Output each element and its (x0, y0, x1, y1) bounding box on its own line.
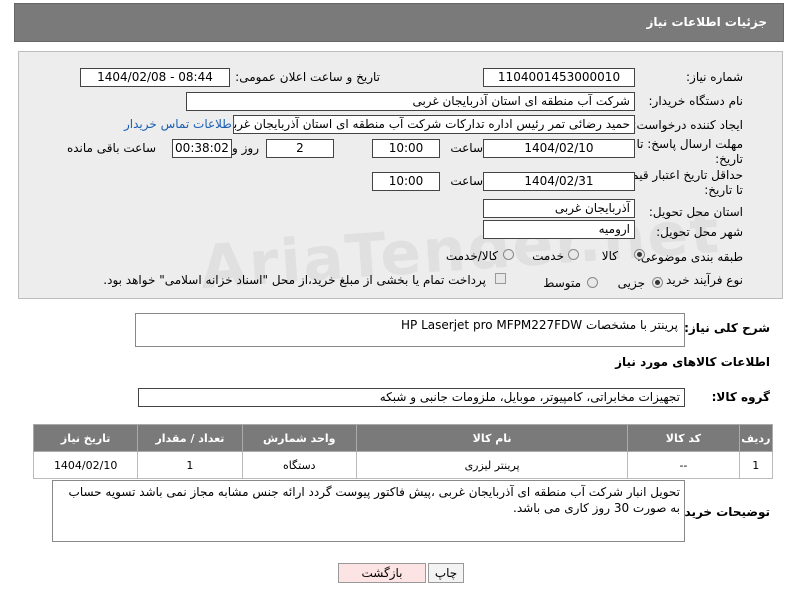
goods-info-title: اطلاعات کالاهای مورد نیاز (615, 355, 770, 369)
cell-date: 1404/02/10 (32, 451, 139, 479)
category-service-label: خدمت (532, 249, 564, 263)
treasury-payment-checkbox[interactable] (495, 273, 506, 284)
announce-field: 1404/02/08 - 08:44 (80, 68, 230, 87)
deadline-label: مهلت ارسال پاسخ: تا تاریخ: (636, 137, 743, 166)
description-textarea[interactable]: پرینتر با مشخصات HP Laserjet pro MFPM227… (135, 313, 685, 347)
days-label: روز و (232, 141, 259, 155)
category-both-label: کالا/خدمت (445, 249, 498, 263)
goods-table: ردیف کد کالا نام کالا واحد شمارش تعداد /… (32, 424, 774, 479)
print-button[interactable]: چاپ (428, 563, 464, 583)
back-button[interactable]: بازگشت (338, 563, 426, 583)
remaining-time-field: 00:38:02 (172, 139, 232, 158)
cell-unit: دستگاه (241, 451, 357, 479)
col-qty-header: تعداد / مقدار (137, 424, 243, 452)
need-number-label: شماره نیاز: (686, 70, 743, 84)
treasury-payment-note: پرداخت تمام یا بخشی از مبلغ خرید،از محل … (103, 273, 486, 287)
goods-group-label: گروه کالا: (711, 390, 770, 404)
process-label: نوع فرآیند خرید : (658, 273, 743, 287)
price-time-label: ساعت (450, 174, 483, 188)
process-partial-radio[interactable] (652, 277, 663, 288)
process-medium-radio[interactable] (587, 277, 598, 288)
col-code-header: کد کالا (627, 424, 740, 452)
table-header-row: ردیف کد کالا نام کالا واحد شمارش تعداد /… (32, 424, 774, 452)
category-goods-radio[interactable] (634, 249, 645, 260)
description-label: شرح کلی نیاز: (684, 321, 770, 335)
cell-name: پرینتر لیزری (355, 451, 629, 479)
buyer-contact-link[interactable]: اطلاعات تماس خریدار (124, 117, 235, 131)
page-header: جزئیات اطلاعات نیاز (14, 3, 784, 42)
cell-code: -- (627, 451, 740, 479)
price-date-field: 1404/02/31 (483, 172, 635, 191)
price-time-field: 10:00 (372, 172, 440, 191)
category-goods-label: کالا (601, 249, 618, 263)
remaining-time-label: ساعت باقی مانده (66, 141, 156, 155)
province-label: استان محل تحویل: (648, 205, 743, 219)
col-date-header: تاریخ نیاز (32, 424, 139, 452)
deadline-time-label: ساعت (450, 141, 483, 155)
announce-label: تاریخ و ساعت اعلان عمومی: (235, 70, 380, 84)
province-field: آذربایجان غربی (483, 199, 635, 218)
cell-qty: 1 (137, 451, 243, 479)
city-field: ارومیه (483, 220, 635, 239)
page-title: جزئیات اطلاعات نیاز (646, 15, 767, 29)
deadline-time-field: 10:00 (372, 139, 440, 158)
category-both-radio[interactable] (503, 249, 514, 260)
table-row: 1 -- پرینتر لیزری دستگاه 1 1404/02/10 (32, 451, 774, 479)
buyer-org-label: نام دستگاه خریدار: (648, 94, 744, 108)
col-row-header: ردیف (738, 424, 774, 452)
goods-group-field: تجهیزات مخابراتی، کامپیوتر، موبایل، ملزو… (138, 388, 685, 407)
buyer-notes-textarea[interactable]: تحویل انبار شرکت آب منطقه ای آذربایجان غ… (52, 480, 685, 542)
category-service-radio[interactable] (568, 249, 579, 260)
col-unit-header: واحد شمارش (241, 424, 357, 452)
remaining-days-field: 2 (266, 139, 334, 158)
creator-field: حمید رضائی تمر رئیس اداره تدارکات شرکت آ… (233, 115, 635, 134)
cell-row: 1 (738, 451, 774, 479)
deadline-date-field: 1404/02/10 (483, 139, 635, 158)
process-partial-label: جزیی (617, 276, 645, 290)
buyer-org-field: شرکت آب منطقه ای استان آذربایجان غربی (186, 92, 635, 111)
city-label: شهر محل تحویل: (656, 225, 743, 239)
category-label: طبقه بندی موضوعی: (636, 250, 743, 264)
process-medium-label: متوسط (543, 276, 581, 290)
creator-label: ایجاد کننده درخواست: (632, 118, 743, 132)
col-name-header: نام کالا (355, 424, 629, 452)
need-number-field: 1104001453000010 (483, 68, 635, 87)
